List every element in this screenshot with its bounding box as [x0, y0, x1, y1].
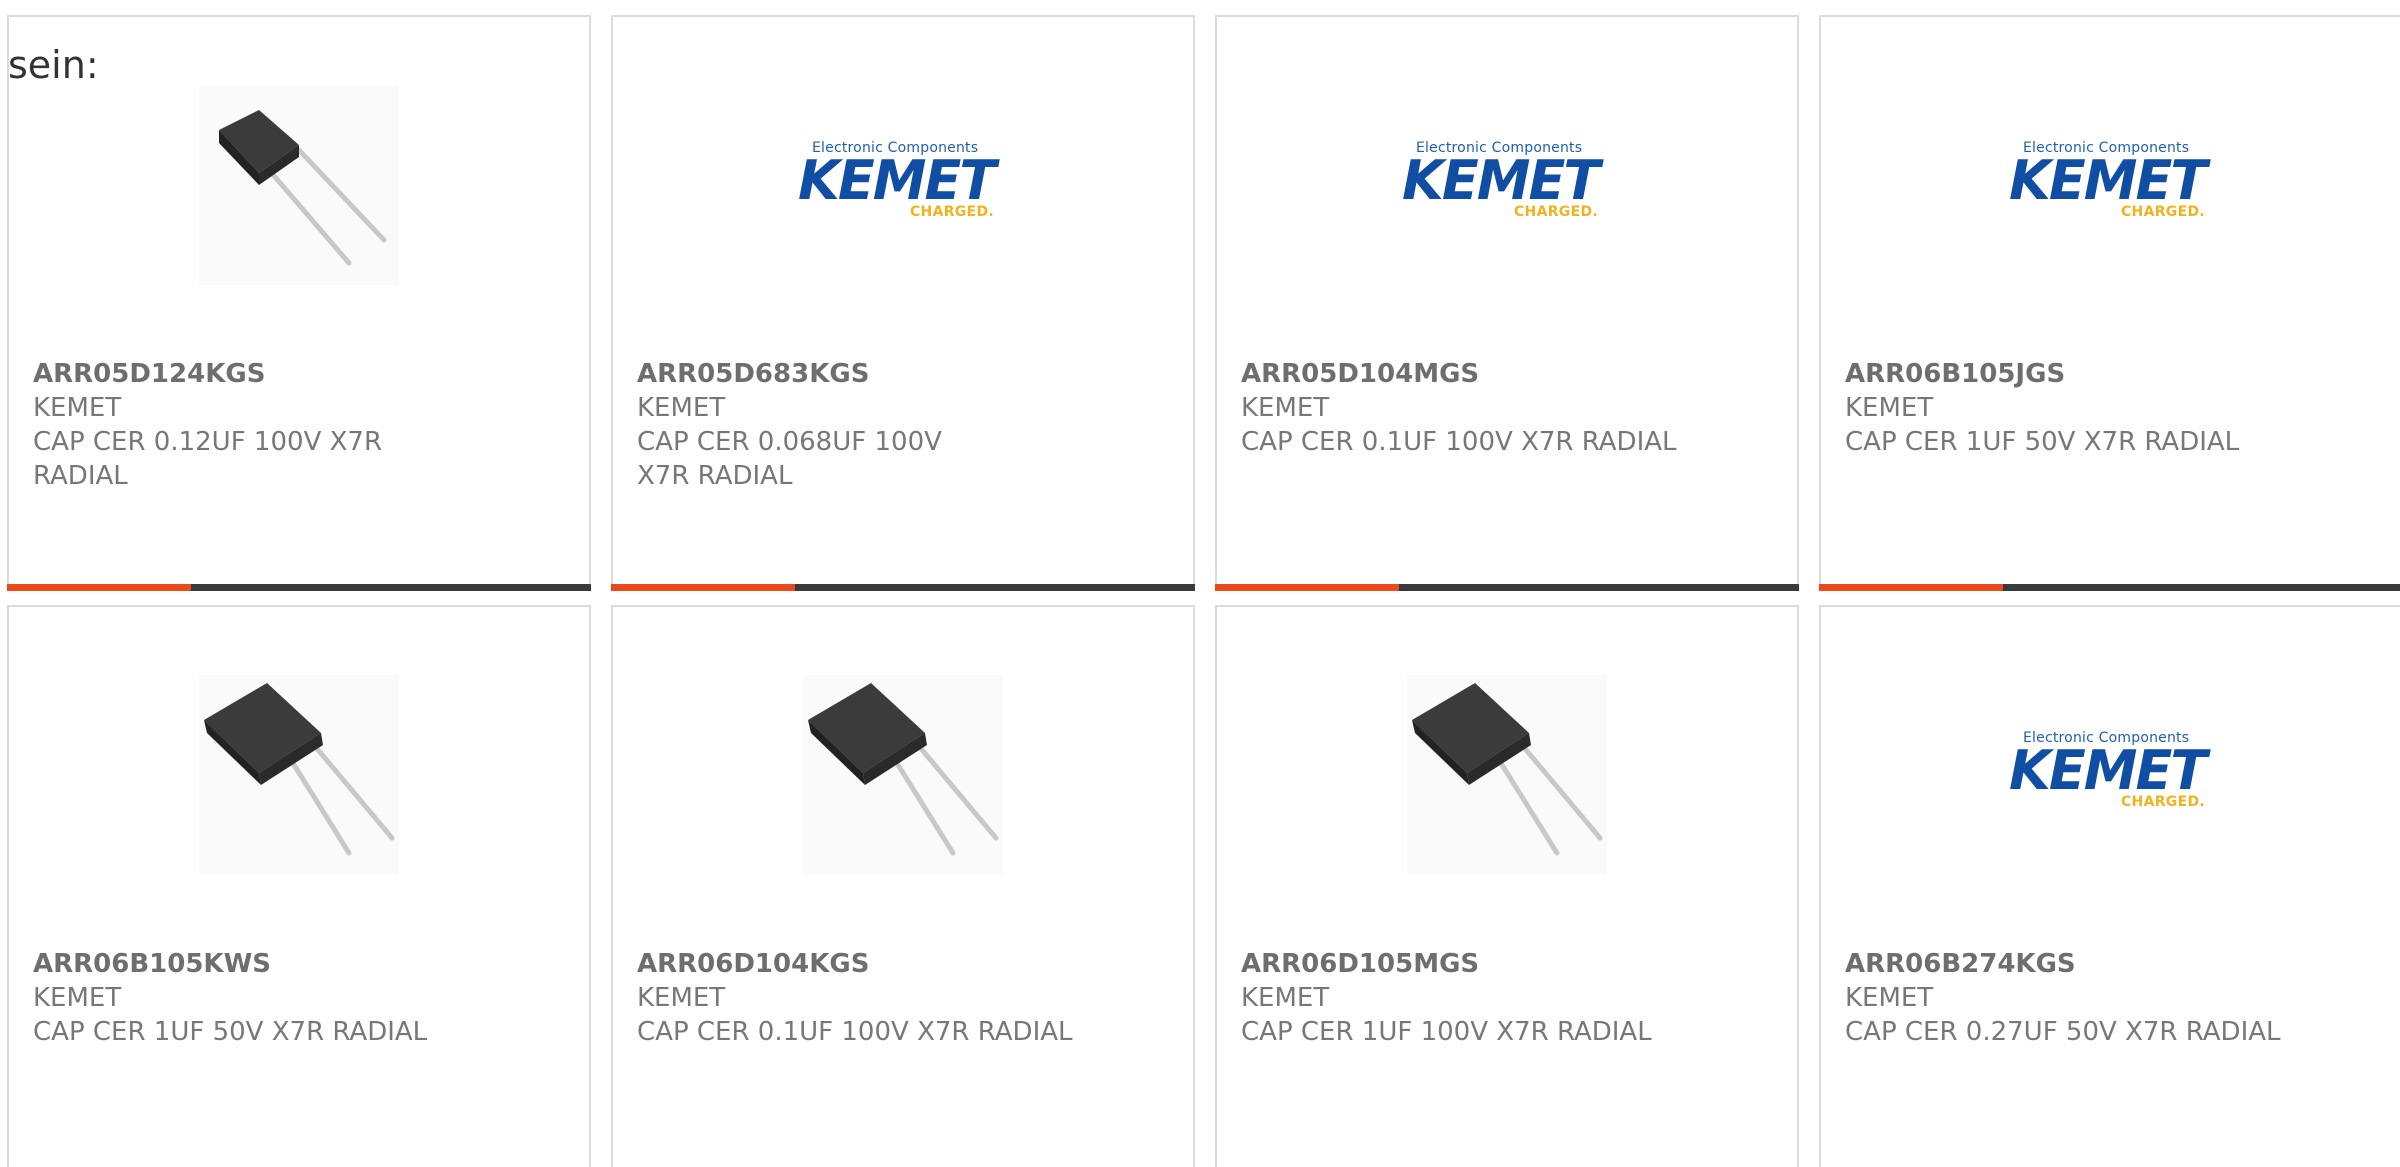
progress-bar-accent	[1215, 584, 1399, 591]
manufacturer-name: KEMET	[1845, 393, 1934, 423]
product-card[interactable]: Electronic Components KEMET CHARGED. ARR06B…	[1819, 15, 2400, 591]
manufacturer-name: KEMET	[33, 983, 122, 1013]
product-card[interactable]: ARR06B105KWS KEMET CAP CER 1UF 50V X7R RAD…	[7, 605, 591, 1167]
part-number-link[interactable]: ARR06D104KGS	[637, 947, 1177, 981]
manufacturer-name: KEMET	[1845, 983, 1934, 1013]
progress-bar	[611, 584, 1195, 591]
kemet-logo-icon: Electronic Components KEMET CHARGED.	[2009, 140, 2207, 220]
product-image[interactable]: Electronic Components KEMET CHARGED.	[1821, 85, 2400, 285]
leading-text: sein:	[8, 43, 99, 87]
part-number-link[interactable]: ARR05D104MGS	[1241, 357, 1781, 391]
manufacturer-name: KEMET	[1241, 393, 1330, 423]
progress-bar-accent	[7, 584, 191, 591]
product-info: ARR06B274KGS KEMET CAP CER 0.27UF 50V X7R …	[1845, 947, 2391, 1049]
product-description: CAP CER 0.1UF 100V X7R RADIAL	[1241, 427, 1677, 457]
product-card[interactable]: Electronic Components KEMET CHARGED. ARR05D…	[611, 15, 1195, 591]
product-info: ARR05D683KGS KEMET CAP CER 0.068UF 100V X7…	[637, 357, 1177, 493]
kemet-logo-icon: Electronic Components KEMET CHARGED.	[2009, 730, 2207, 810]
progress-bar	[1215, 584, 1799, 591]
capacitor-photo-icon	[1407, 675, 1607, 875]
product-info: ARR06D104KGS KEMET CAP CER 0.1UF 100V X7R …	[637, 947, 1177, 1049]
product-info: ARR05D104MGS KEMET CAP CER 0.1UF 100V X7R …	[1241, 357, 1781, 459]
product-card[interactable]: ARR06D105MGS KEMET CAP CER 1UF 100V X7R RA…	[1215, 605, 1799, 1167]
manufacturer-name: KEMET	[1241, 983, 1330, 1013]
product-info: ARR05D124KGS KEMET CAP CER 0.12UF 100V X7R…	[33, 357, 573, 493]
part-number-link[interactable]: ARR06B105KWS	[33, 947, 573, 981]
page: sein: ARR05D124KGS KEMET CAP CER 0.12UF 10…	[0, 0, 2400, 1167]
manufacturer-name: KEMET	[637, 983, 726, 1013]
part-number-link[interactable]: ARR05D683KGS	[637, 357, 1177, 391]
progress-bar-accent	[1819, 584, 2003, 591]
part-number-link[interactable]: ARR06D105MGS	[1241, 947, 1781, 981]
capacitor-photo-icon	[199, 85, 399, 285]
manufacturer-name: KEMET	[637, 393, 726, 423]
product-image[interactable]	[9, 85, 589, 285]
product-info: ARR06B105JGS KEMET CAP CER 1UF 50V X7R RAD…	[1845, 357, 2391, 459]
progress-bar	[7, 584, 591, 591]
product-info: ARR06B105KWS KEMET CAP CER 1UF 50V X7R RAD…	[33, 947, 573, 1049]
product-description: CAP CER 1UF 100V X7R RADIAL	[1241, 1017, 1652, 1047]
capacitor-photo-icon	[803, 675, 1003, 875]
product-image[interactable]	[1217, 675, 1797, 875]
product-image[interactable]	[9, 675, 589, 875]
manufacturer-name: KEMET	[33, 393, 122, 423]
product-description: CAP CER 0.1UF 100V X7R RADIAL	[637, 1017, 1073, 1047]
progress-bar	[1819, 584, 2400, 591]
part-number-link[interactable]: ARR05D124KGS	[33, 357, 573, 391]
product-description: CAP CER 0.27UF 50V X7R RADIAL	[1845, 1017, 2281, 1047]
product-description: CAP CER 0.12UF 100V X7R RADIAL	[33, 427, 383, 491]
product-description: CAP CER 0.068UF 100V X7R RADIAL	[637, 427, 942, 491]
product-image[interactable]	[613, 675, 1193, 875]
product-card[interactable]: ARR05D124KGS KEMET CAP CER 0.12UF 100V X7R…	[7, 15, 591, 591]
part-number-link[interactable]: ARR06B105JGS	[1845, 357, 2391, 391]
product-image[interactable]: Electronic Components KEMET CHARGED.	[1217, 85, 1797, 285]
product-description: CAP CER 1UF 50V X7R RADIAL	[33, 1017, 428, 1047]
product-card[interactable]: Electronic Components KEMET CHARGED. ARR06B…	[1819, 605, 2400, 1167]
kemet-logo-icon: Electronic Components KEMET CHARGED.	[798, 140, 996, 220]
product-card[interactable]: Electronic Components KEMET CHARGED. ARR05D…	[1215, 15, 1799, 591]
product-grid: ARR05D124KGS KEMET CAP CER 0.12UF 100V X7R…	[7, 15, 2400, 1167]
product-image[interactable]: Electronic Components KEMET CHARGED.	[613, 85, 1193, 285]
progress-bar-accent	[611, 584, 795, 591]
product-image[interactable]: Electronic Components KEMET CHARGED.	[1821, 675, 2400, 875]
product-info: ARR06D105MGS KEMET CAP CER 1UF 100V X7R RA…	[1241, 947, 1781, 1049]
product-card[interactable]: ARR06D104KGS KEMET CAP CER 0.1UF 100V X7R …	[611, 605, 1195, 1167]
part-number-link[interactable]: ARR06B274KGS	[1845, 947, 2391, 981]
capacitor-photo-icon	[199, 675, 399, 875]
kemet-logo-icon: Electronic Components KEMET CHARGED.	[1402, 140, 1600, 220]
product-description: CAP CER 1UF 50V X7R RADIAL	[1845, 427, 2240, 457]
